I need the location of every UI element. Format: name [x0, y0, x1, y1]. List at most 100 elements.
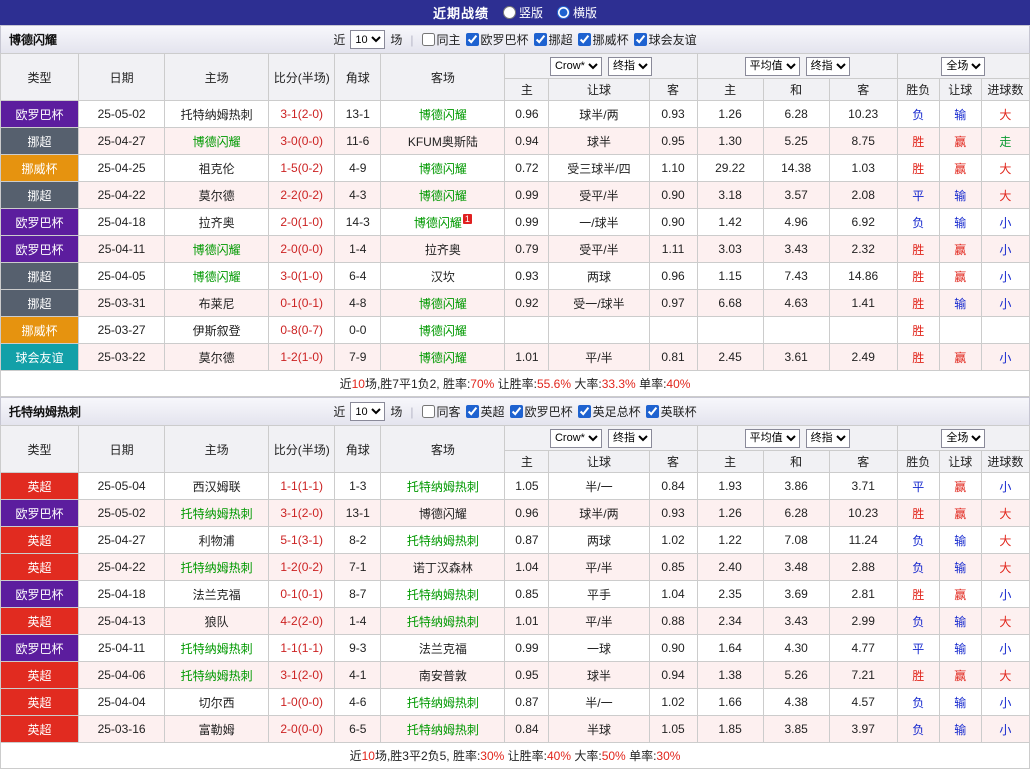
league-filter[interactable]: 英超 [465, 403, 505, 420]
scope-select[interactable]: 全场 [941, 428, 986, 448]
match-score[interactable]: 2-0(0-0) [268, 715, 336, 743]
league-filter[interactable]: 欧罗巴杯 [509, 403, 573, 420]
away-team-name[interactable]: 博德闪耀 [414, 216, 462, 230]
away-team[interactable]: 博德闪耀 [380, 154, 506, 182]
layout-radio-vertical-input[interactable] [502, 6, 516, 19]
match-score[interactable]: 3-1(2-0) [268, 499, 336, 527]
home-team[interactable]: 布莱尼 [164, 289, 270, 317]
match-score[interactable]: 1-1(1-1) [268, 472, 336, 500]
away-team[interactable]: 博德闪耀 [380, 343, 506, 371]
away-team[interactable]: 托特纳姆热刺 [380, 472, 506, 500]
away-team[interactable]: 托特纳姆热刺 [380, 607, 506, 635]
league-filter-checkbox[interactable] [465, 405, 479, 418]
match-score[interactable]: 1-5(0-2) [268, 154, 336, 182]
away-team[interactable]: 博德闪耀 [380, 181, 506, 209]
away-team-name[interactable]: 博德闪耀 [419, 189, 467, 203]
match-score[interactable]: 0-1(0-1) [268, 289, 336, 317]
home-team[interactable]: 祖克伦 [164, 154, 270, 182]
home-team[interactable]: 托特纳姆热刺 [164, 661, 270, 689]
away-team[interactable]: 托特纳姆热刺 [380, 715, 506, 743]
league-filter[interactable]: 球会友谊 [633, 31, 697, 48]
away-team-name[interactable]: 托特纳姆热刺 [407, 588, 479, 602]
match-score[interactable]: 3-0(1-0) [268, 262, 336, 290]
away-team-name[interactable]: 托特纳姆热刺 [407, 615, 479, 629]
home-team-name[interactable]: 伊斯叙登 [193, 324, 241, 338]
home-team-name[interactable]: 托特纳姆热刺 [181, 669, 253, 683]
scope-select[interactable]: 全场 [941, 56, 986, 76]
match-score[interactable]: 5-1(3-1) [268, 526, 336, 554]
match-score[interactable]: 1-0(0-0) [268, 688, 336, 716]
layout-radio-horizontal[interactable]: 横版 [557, 4, 597, 21]
home-team-name[interactable]: 托特纳姆热刺 [181, 561, 253, 575]
away-team[interactable]: KFUM奥斯陆 [380, 127, 506, 155]
home-team-name[interactable]: 托特纳姆热刺 [181, 108, 253, 122]
away-team-name[interactable]: 博德闪耀 [419, 507, 467, 521]
match-score[interactable]: 1-2(0-2) [268, 553, 336, 581]
away-team[interactable]: 托特纳姆热刺 [380, 580, 506, 608]
home-team-name[interactable]: 富勒姆 [199, 723, 235, 737]
euro-source-select[interactable]: 平均值 [744, 56, 800, 76]
away-team[interactable]: 托特纳姆热刺 [380, 688, 506, 716]
home-team-name[interactable]: 狼队 [205, 615, 229, 629]
home-team[interactable]: 法兰克福 [164, 580, 270, 608]
away-team-name[interactable]: 博德闪耀 [419, 351, 467, 365]
league-filter[interactable]: 挪超 [533, 31, 573, 48]
home-team[interactable]: 西汉姆联 [164, 472, 270, 500]
league-filter[interactable]: 欧罗巴杯 [465, 31, 529, 48]
home-team-name[interactable]: 博德闪耀 [193, 135, 241, 149]
home-team-name[interactable]: 法兰克福 [193, 588, 241, 602]
layout-radio-vertical[interactable]: 竖版 [502, 4, 543, 21]
away-team-name[interactable]: 托特纳姆热刺 [407, 534, 479, 548]
home-team[interactable]: 托特纳姆热刺 [164, 499, 270, 527]
match-score[interactable]: 4-2(2-0) [268, 607, 336, 635]
away-team-name[interactable]: 博德闪耀 [419, 108, 467, 122]
home-team-name[interactable]: 博德闪耀 [193, 270, 241, 284]
away-team[interactable]: 博德闪耀 [380, 289, 506, 317]
match-score[interactable]: 0-8(0-7) [268, 316, 336, 344]
away-team[interactable]: 诺丁汉森林 [380, 553, 506, 581]
home-team[interactable]: 狼队 [164, 607, 270, 635]
away-team[interactable]: 汉坎 [380, 262, 506, 290]
home-team-name[interactable]: 西汉姆联 [193, 480, 241, 494]
league-filter[interactable]: 英联杯 [645, 403, 697, 420]
away-team[interactable]: 拉齐奥 [380, 235, 506, 263]
handicap-time-select[interactable]: 终指 [607, 428, 652, 448]
match-score[interactable]: 1-2(1-0) [268, 343, 336, 371]
home-team-name[interactable]: 利物浦 [199, 534, 235, 548]
league-filter[interactable]: 挪威杯 [577, 31, 629, 48]
home-team-name[interactable]: 托特纳姆热刺 [181, 507, 253, 521]
home-team[interactable]: 利物浦 [164, 526, 270, 554]
away-team[interactable]: 法兰克福 [380, 634, 506, 662]
away-team-name[interactable]: 拉齐奥 [425, 243, 461, 257]
home-team-name[interactable]: 托特纳姆热刺 [181, 642, 253, 656]
home-team[interactable]: 托特纳姆热刺 [164, 634, 270, 662]
home-team[interactable]: 富勒姆 [164, 715, 270, 743]
home-team[interactable]: 莫尔德 [164, 181, 270, 209]
euro-time-select[interactable]: 终指 [805, 428, 850, 448]
home-team[interactable]: 博德闪耀 [164, 235, 270, 263]
match-score[interactable]: 3-1(2-0) [268, 661, 336, 689]
match-score[interactable]: 3-0(0-0) [268, 127, 336, 155]
home-team-name[interactable]: 莫尔德 [199, 351, 235, 365]
home-team-name[interactable]: 莫尔德 [199, 189, 235, 203]
layout-radio-horizontal-input[interactable] [557, 6, 570, 19]
home-team[interactable]: 伊斯叙登 [164, 316, 270, 344]
away-team[interactable]: 博德闪耀 [380, 316, 506, 344]
home-team[interactable]: 拉齐奥 [164, 208, 270, 236]
away-team-name[interactable]: 博德闪耀 [419, 324, 467, 338]
match-count-select[interactable]: 10 [350, 402, 386, 421]
match-score[interactable]: 1-1(1-1) [268, 634, 336, 662]
home-team[interactable]: 托特纳姆热刺 [164, 553, 270, 581]
away-team-name[interactable]: 托特纳姆热刺 [407, 480, 479, 494]
league-filter-checkbox[interactable] [577, 33, 591, 46]
league-filter[interactable]: 英足总杯 [577, 403, 641, 420]
match-count-select[interactable]: 10 [350, 30, 386, 49]
home-team[interactable]: 莫尔德 [164, 343, 270, 371]
handicap-time-select[interactable]: 终指 [607, 56, 652, 76]
league-filter-checkbox[interactable] [577, 405, 591, 418]
away-team-name[interactable]: KFUM奥斯陆 [408, 135, 478, 149]
away-team-name[interactable]: 托特纳姆热刺 [407, 723, 479, 737]
same-venue-filter[interactable]: 同客 [421, 403, 461, 420]
bookmaker-select[interactable]: Crow* [549, 56, 602, 76]
away-team-name[interactable]: 法兰克福 [419, 642, 467, 656]
